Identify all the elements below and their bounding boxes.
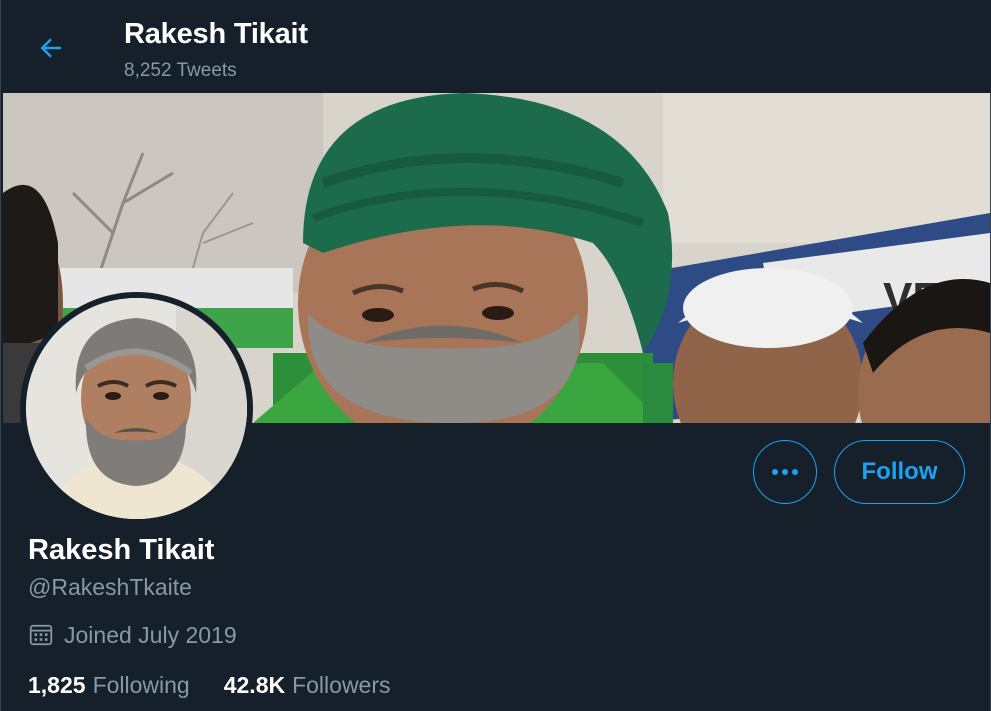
arrow-left-icon: [40, 38, 61, 58]
header-title: Rakesh Tikait: [124, 18, 308, 50]
profile-header-bar: Rakesh Tikait 8,252 Tweets: [1, 0, 991, 93]
followers-label: Followers: [292, 671, 391, 698]
joined-date: Joined July 2019: [28, 620, 237, 650]
profile-handle: @RakeshTkaite: [28, 574, 192, 600]
profile-display-name: Rakesh Tikait: [28, 534, 215, 566]
profile-stats: 1,825 Following 42.8K Followers: [28, 670, 425, 700]
calendar-icon: [29, 624, 53, 646]
followers-count: 42.8K: [223, 671, 286, 698]
back-button[interactable]: [31, 28, 71, 68]
avatar[interactable]: [26, 298, 247, 519]
following-count: 1,825: [28, 671, 86, 698]
profile-page: Rakesh Tikait 8,252 Tweets VE: [0, 0, 991, 711]
more-options-button[interactable]: [753, 440, 817, 504]
followers-link[interactable]: 42.8K Followers: [224, 672, 391, 699]
avatar-ring: [20, 292, 253, 525]
follow-button[interactable]: Follow: [834, 440, 965, 504]
more-horizontal-icon: [772, 469, 798, 475]
joined-date-text: Joined July 2019: [64, 621, 237, 648]
following-label: Following: [92, 671, 190, 698]
following-link[interactable]: 1,825 Following: [28, 672, 190, 699]
tweet-count: 8,252 Tweets: [124, 60, 237, 81]
